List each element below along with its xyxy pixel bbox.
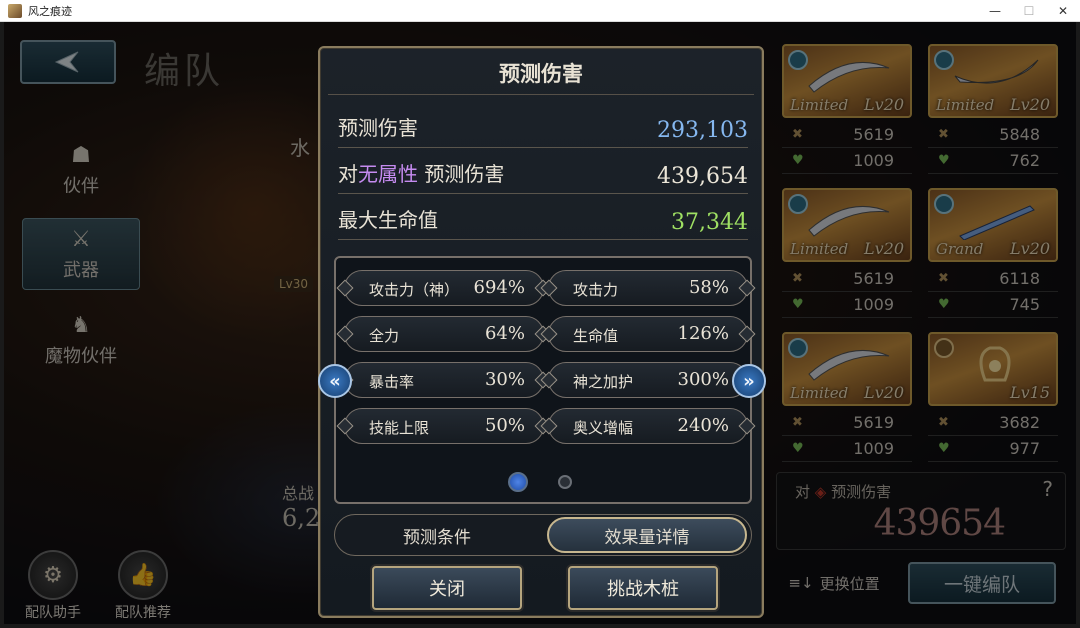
predicted-damage-dialog: 预测伤害 预测伤害 293,103 对无属性 预测伤害 439,654 最大生命… (318, 46, 766, 618)
stat-pill: 攻击力 58% (540, 270, 756, 306)
pill-cap (336, 417, 354, 435)
stat-pill: 生命值 126% (540, 316, 756, 352)
game-viewport: 编队 ☗ 伙伴 ⚔ 武器 ♞ 魔物伙伴 水 Lv30 总战 6,2 ⚙ 配队助手… (4, 22, 1076, 624)
window-title: 风之痕迹 (28, 4, 72, 18)
pill-cap (738, 279, 756, 297)
row-value: 37,344 (671, 210, 748, 235)
stat-value: 694% (473, 277, 525, 298)
page-dot-active[interactable] (508, 472, 528, 492)
stat-label: 攻击力 (573, 281, 619, 299)
app-icon (8, 3, 22, 18)
stat-pill: 奥义增幅 240% (540, 408, 756, 444)
max-hp-row: 最大生命值 37,344 (338, 200, 748, 240)
close-button[interactable]: 关闭 (372, 566, 522, 610)
tab-prediction-conditions[interactable]: 预测条件 (337, 517, 537, 553)
stat-pill: 攻击力（神） 694% (336, 270, 552, 306)
dialog-title: 预测伤害 (499, 62, 583, 86)
stat-label: 奥义增幅 (573, 419, 634, 437)
stat-value: 30% (484, 369, 525, 390)
row-label: 对无属性 预测伤害 (338, 158, 504, 187)
next-page-button[interactable]: » (732, 364, 766, 398)
row-label: 最大生命值 (338, 208, 438, 232)
stat-label: 全力 (369, 327, 400, 345)
stat-pill: 神之加护 300% (540, 362, 756, 398)
dialog-tabs: 预测条件 效果量详情 (334, 514, 752, 556)
row-label-suffix: 预测伤害 (418, 162, 505, 186)
divider (328, 94, 754, 95)
stat-pill: 全力 64% (336, 316, 552, 352)
pill-cap (738, 325, 756, 343)
close-window-button[interactable]: ✕ (1046, 0, 1080, 22)
stat-value: 58% (688, 277, 729, 298)
window-titlebar: 风之痕迹 — ☐ ✕ (0, 0, 1080, 22)
row-label-prefix: 对 (338, 162, 358, 186)
stat-label: 暴击率 (369, 373, 415, 391)
stat-label: 生命值 (573, 327, 619, 345)
page-dot[interactable] (558, 475, 572, 489)
stat-label: 攻击力（神） (369, 281, 460, 299)
stat-value: 300% (677, 369, 729, 390)
minimize-button[interactable]: — (978, 0, 1012, 22)
tab-effect-details[interactable]: 效果量详情 (547, 517, 747, 553)
stat-value: 126% (677, 323, 729, 344)
pill-cap (738, 417, 756, 435)
stat-value: 50% (484, 415, 525, 436)
challenge-dummy-button[interactable]: 挑战木桩 (568, 566, 718, 610)
stat-label: 技能上限 (369, 419, 430, 437)
stat-label: 神之加护 (573, 373, 634, 391)
element-highlight: 无属性 (358, 162, 418, 186)
predicted-damage-row: 预测伤害 293,103 (338, 108, 748, 148)
row-label: 预测伤害 (338, 116, 418, 140)
pill-cap (336, 325, 354, 343)
stat-pill: 技能上限 50% (336, 408, 552, 444)
window-controls: — ☐ ✕ (978, 0, 1080, 22)
stat-value: 64% (484, 323, 525, 344)
effect-stats-panel: 攻击力（神） 694% 攻击力 58% 全力 64% 生命值 126% 暴击率 30% 神… (334, 256, 756, 504)
neutral-damage-row: 对无属性 预测伤害 439,654 (338, 154, 748, 194)
prev-page-button[interactable]: « (318, 364, 352, 398)
stat-pill: 暴击率 30% (336, 362, 552, 398)
row-value: 439,654 (657, 164, 748, 189)
pill-cap (336, 279, 354, 297)
stat-value: 240% (677, 415, 729, 436)
maximize-button[interactable]: ☐ (1012, 0, 1046, 22)
row-value: 293,103 (657, 118, 748, 143)
